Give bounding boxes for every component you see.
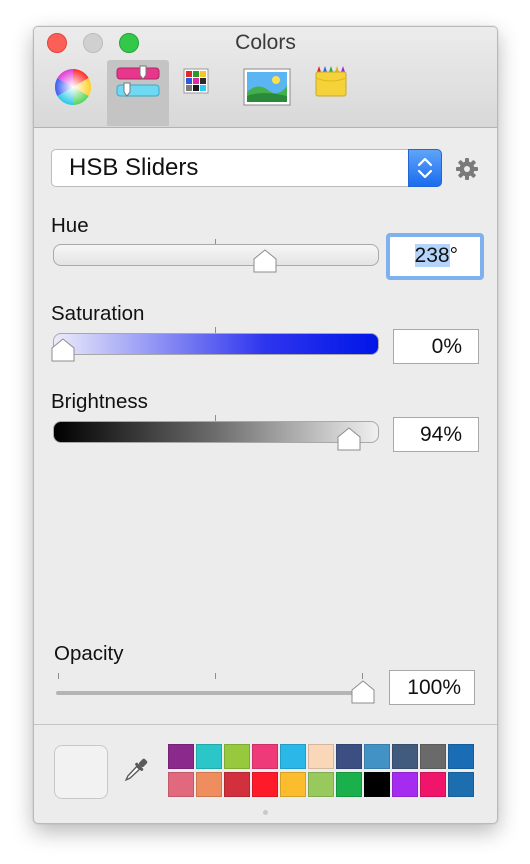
mode-popup[interactable]: HSB Sliders [51, 149, 441, 187]
brightness-slider-knob[interactable] [336, 427, 362, 452]
saturation-slider-knob[interactable] [50, 338, 76, 363]
opacity-slider[interactable] [56, 691, 366, 695]
tab-image-palettes[interactable] [236, 60, 298, 126]
current-color-well[interactable] [54, 745, 108, 799]
color-swatch[interactable] [448, 744, 474, 769]
opacity-tick [215, 673, 216, 679]
color-swatch[interactable] [336, 772, 362, 797]
saturation-slider[interactable] [53, 333, 379, 355]
tab-color-sliders[interactable] [107, 60, 169, 126]
tab-crayons[interactable] [304, 60, 366, 126]
eyedropper-icon[interactable] [120, 754, 152, 791]
opacity-value-field[interactable]: 100% [389, 670, 475, 705]
stepper-icon [417, 157, 433, 179]
hue-value: 238 [414, 244, 450, 267]
color-wheel-icon [54, 69, 92, 106]
toolbar: Colors [34, 27, 497, 128]
color-swatch[interactable] [224, 744, 250, 769]
palette-grid-icon [183, 68, 209, 94]
color-swatch[interactable] [224, 772, 250, 797]
color-swatch[interactable] [392, 772, 418, 797]
color-swatch[interactable] [168, 772, 194, 797]
mode-popup-label: HSB Sliders [69, 154, 199, 181]
hue-slider[interactable] [53, 244, 379, 266]
color-swatch[interactable] [336, 744, 362, 769]
image-icon [243, 68, 291, 106]
color-swatch[interactable] [448, 772, 474, 797]
color-swatch[interactable] [280, 772, 306, 797]
window-title: Colors [235, 31, 296, 54]
swatch-grid [168, 744, 476, 799]
color-swatch[interactable] [308, 744, 334, 769]
opacity-tick [58, 673, 59, 679]
color-swatch[interactable] [196, 772, 222, 797]
saturation-value-field[interactable]: 0% [393, 329, 479, 364]
color-swatch[interactable] [280, 744, 306, 769]
opacity-slider-knob[interactable] [350, 680, 376, 705]
brightness-value-field[interactable]: 94% [393, 417, 479, 452]
tab-color-palettes[interactable] [172, 60, 234, 126]
color-swatch[interactable] [252, 744, 278, 769]
brightness-label: Brightness [51, 390, 148, 413]
opacity-tick [362, 673, 363, 679]
color-swatch[interactable] [392, 744, 418, 769]
color-swatch[interactable] [252, 772, 278, 797]
hue-value-field[interactable]: 238° [386, 233, 484, 280]
crayons-icon [315, 66, 347, 97]
color-swatch[interactable] [420, 744, 446, 769]
saturation-label: Saturation [51, 302, 145, 325]
tab-color-wheel[interactable] [42, 60, 104, 126]
gear-icon[interactable] [455, 157, 479, 186]
resize-grip[interactable] [263, 810, 268, 815]
opacity-label: Opacity [54, 642, 124, 665]
bottom-divider [34, 724, 497, 725]
mode-popup-stepper[interactable] [408, 149, 442, 187]
color-swatch[interactable] [308, 772, 334, 797]
hue-label: Hue [51, 214, 89, 237]
colors-window: Colors HSB Sliders Hue 238° Saturation 0… [33, 26, 498, 824]
brightness-slider[interactable] [53, 421, 379, 443]
hue-unit: ° [449, 244, 458, 267]
sliders-icon [116, 65, 160, 97]
color-swatch[interactable] [364, 772, 390, 797]
color-swatch[interactable] [420, 772, 446, 797]
color-swatch[interactable] [364, 744, 390, 769]
color-swatch[interactable] [168, 744, 194, 769]
color-swatch[interactable] [196, 744, 222, 769]
hue-slider-knob[interactable] [252, 249, 278, 274]
